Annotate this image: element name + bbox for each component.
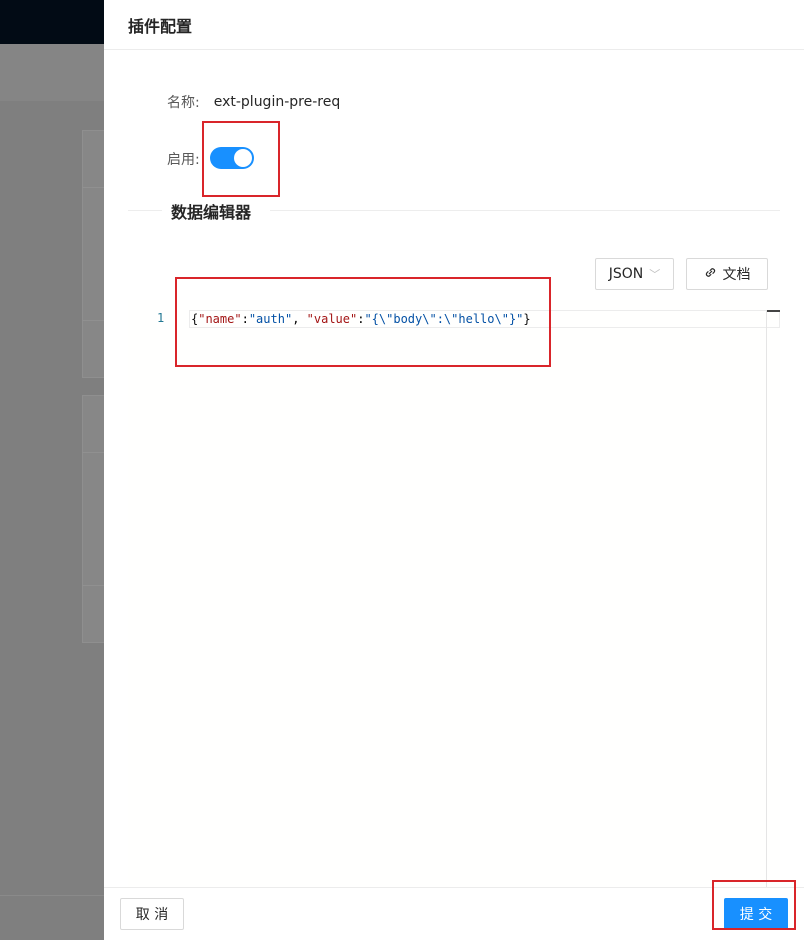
cancel-button-label: 取 消 bbox=[135, 907, 169, 923]
background-card bbox=[82, 130, 104, 378]
line-number: 1 bbox=[157, 311, 165, 325]
submit-button-label: 提 交 bbox=[739, 907, 773, 923]
background-divider bbox=[82, 452, 104, 453]
name-row: 名称: ext-plugin-pre-req bbox=[167, 92, 340, 112]
code-line[interactable]: {"name":"auth", "value":"{\"body\":\"hel… bbox=[189, 310, 780, 328]
cancel-button[interactable]: 取 消 bbox=[120, 898, 184, 930]
background-topbar bbox=[0, 0, 104, 44]
json-editor[interactable]: 1 {"name":"auth", "value":"{\"body\":\"h… bbox=[128, 300, 780, 887]
section-title: 数据编辑器 bbox=[162, 199, 261, 223]
enable-row: 启用: bbox=[167, 149, 200, 169]
code-token-colon: : bbox=[241, 312, 249, 326]
code-token-separator: , bbox=[292, 312, 307, 326]
background-card bbox=[82, 395, 104, 643]
name-label: 名称: bbox=[167, 95, 200, 111]
editor-scrollbar[interactable] bbox=[766, 310, 767, 887]
section-divider-left bbox=[128, 210, 162, 211]
code-token-key: "name" bbox=[198, 312, 242, 326]
format-select-value: JSON bbox=[608, 266, 644, 282]
submit-button[interactable]: 提 交 bbox=[724, 898, 788, 930]
chevron-down-icon: ﹀ bbox=[649, 268, 661, 281]
code-token-string: "{\"body\":\"hello\"}" bbox=[364, 312, 524, 326]
docs-button[interactable]: 文档 bbox=[686, 258, 768, 290]
code-token-brace: } bbox=[523, 312, 531, 326]
background-header-band bbox=[0, 44, 104, 101]
switch-knob bbox=[234, 149, 252, 167]
background-divider bbox=[82, 585, 104, 586]
name-value: ext-plugin-pre-req bbox=[213, 94, 341, 110]
code-token-key: "value" bbox=[306, 312, 358, 326]
format-select[interactable]: JSON ﹀ bbox=[595, 258, 674, 290]
plugin-config-drawer: 插件配置 名称: ext-plugin-pre-req 启用: 数据编辑器 JS… bbox=[104, 0, 804, 940]
drawer-header: 插件配置 bbox=[104, 0, 804, 50]
drawer-title: 插件配置 bbox=[128, 16, 193, 36]
enable-switch[interactable] bbox=[210, 147, 254, 169]
overview-ruler-mark bbox=[767, 310, 780, 312]
drawer-footer: 取 消 提 交 bbox=[104, 887, 804, 940]
section-divider-right bbox=[270, 210, 780, 211]
background-divider bbox=[82, 187, 104, 188]
background-divider bbox=[0, 895, 104, 896]
link-icon bbox=[704, 266, 717, 283]
docs-button-label: 文档 bbox=[722, 267, 751, 283]
enable-label: 启用: bbox=[167, 152, 200, 168]
background-divider bbox=[82, 320, 104, 321]
code-token-string: "auth" bbox=[248, 312, 293, 326]
